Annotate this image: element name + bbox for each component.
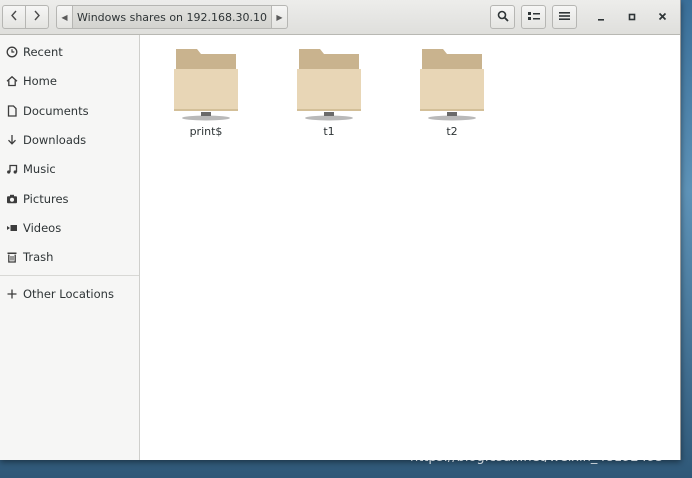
sidebar-item-label: Music <box>23 162 56 176</box>
sidebar-item-other-locations[interactable]: Other Locations <box>0 281 139 307</box>
minimize-button[interactable] <box>590 6 612 28</box>
sidebar-item-home[interactable]: Home <box>0 68 139 94</box>
folder-icon <box>297 49 361 121</box>
sidebar-divider <box>0 275 139 276</box>
menu-button[interactable] <box>552 5 577 29</box>
search-icon <box>497 10 509 25</box>
sidebar-item-pictures[interactable]: Pictures <box>0 186 139 212</box>
folder-icon <box>420 49 484 121</box>
sidebar-item-label: Other Locations <box>23 287 114 301</box>
close-button[interactable] <box>651 6 673 28</box>
folder-icon <box>174 49 238 121</box>
sidebar-item-label: Videos <box>23 221 62 235</box>
music-icon <box>5 163 18 176</box>
history-nav-group <box>2 5 49 29</box>
file-manager-window: ◀ Windows shares on 192.168.30.10 ▶ Rece… <box>0 0 681 460</box>
trash-icon <box>5 251 18 264</box>
sidebar-item-downloads[interactable]: Downloads <box>0 127 139 153</box>
folder-label: t2 <box>446 125 458 138</box>
path-scroll-right-button[interactable]: ▶ <box>271 6 287 28</box>
places-sidebar: Recent Home Documents Downloads Music Pi… <box>0 35 140 460</box>
view-toggle-button[interactable] <box>521 5 546 29</box>
folder-item[interactable]: t1 <box>291 40 367 140</box>
video-icon <box>5 222 18 235</box>
path-scroll-left-button[interactable]: ◀ <box>57 6 73 28</box>
header-bar: ◀ Windows shares on 192.168.30.10 ▶ <box>0 0 680 35</box>
chevron-right-icon <box>33 10 41 24</box>
sidebar-item-label: Pictures <box>23 192 69 206</box>
download-icon <box>5 134 18 147</box>
home-icon <box>5 75 18 88</box>
sidebar-item-label: Documents <box>23 104 89 118</box>
search-button[interactable] <box>490 5 515 29</box>
back-button[interactable] <box>3 6 26 28</box>
clock-icon <box>5 46 18 59</box>
path-crumb-current[interactable]: Windows shares on 192.168.30.10 <box>73 6 271 28</box>
sidebar-item-documents[interactable]: Documents <box>0 98 139 124</box>
triangle-left-icon: ◀ <box>61 12 68 22</box>
sidebar-item-label: Home <box>23 74 57 88</box>
forward-button[interactable] <box>26 6 48 28</box>
folder-item[interactable]: print$ <box>168 40 244 140</box>
sidebar-item-label: Downloads <box>23 133 87 147</box>
camera-icon <box>5 193 18 206</box>
folder-item[interactable]: t2 <box>414 40 490 140</box>
sidebar-item-videos[interactable]: Videos <box>0 215 139 241</box>
sidebar-item-music[interactable]: Music <box>0 156 139 182</box>
sidebar-item-trash[interactable]: Trash <box>0 244 139 270</box>
plus-icon <box>5 288 18 301</box>
maximize-button[interactable] <box>621 6 643 28</box>
sidebar-item-label: Recent <box>23 45 63 59</box>
folder-label: t1 <box>323 125 335 138</box>
minimize-icon <box>597 11 605 24</box>
sidebar-item-recent[interactable]: Recent <box>0 39 139 65</box>
path-bar: ◀ Windows shares on 192.168.30.10 ▶ <box>56 5 288 29</box>
file-view: print$ t1 t2 <box>141 35 680 460</box>
maximize-icon <box>628 11 636 24</box>
list-view-icon <box>527 10 540 24</box>
folder-label: print$ <box>189 125 223 138</box>
sidebar-item-label: Trash <box>23 250 54 264</box>
chevron-left-icon <box>10 10 18 24</box>
triangle-right-icon: ▶ <box>276 12 283 22</box>
hamburger-menu-icon <box>559 10 570 24</box>
watermark-text: https://blog.csdn.net/weixin_48192495 <box>410 450 664 465</box>
document-icon <box>5 105 18 118</box>
close-icon <box>658 11 667 24</box>
